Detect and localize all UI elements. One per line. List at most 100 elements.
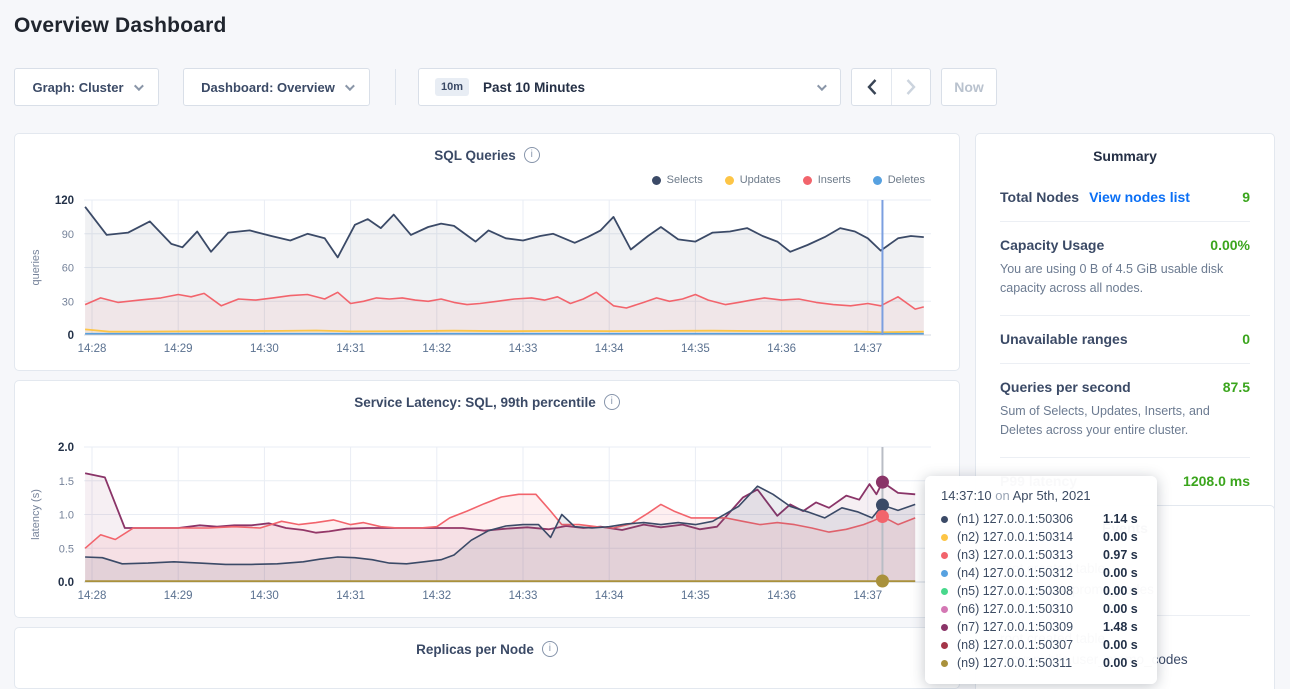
summary-label: Queries per second	[1000, 379, 1131, 395]
dashboard-dropdown[interactable]: Dashboard: Overview	[183, 68, 370, 106]
summary-value: 9	[1242, 189, 1250, 205]
service-latency-chart[interactable]: 14:28 14:29 14:30 14:31 14:32 14:33 14:34 14:35…	[15, 381, 959, 617]
dashboard-dropdown-label: Dashboard: Overview	[201, 80, 335, 95]
svg-text:60: 60	[62, 263, 74, 275]
svg-text:14:37: 14:37	[853, 343, 882, 355]
tooltip-node-value: 0.00 s	[1103, 566, 1138, 580]
node-color-dot-icon	[941, 552, 948, 559]
tooltip-row: (n7) 127.0.0.1:503091.48 s	[941, 618, 1143, 636]
tooltip-node-value: 0.97 s	[1103, 548, 1138, 562]
svg-text:0.0: 0.0	[58, 577, 74, 589]
tooltip-row: (n9) 127.0.0.1:503110.00 s	[941, 654, 1143, 672]
svg-text:14:33: 14:33	[509, 590, 538, 602]
node-color-dot-icon	[941, 588, 948, 595]
time-range-badge: 10m	[435, 78, 469, 96]
tooltip-node-label: (n1) 127.0.0.1:50306	[957, 512, 1103, 526]
summary-value: 87.5	[1223, 379, 1250, 395]
svg-text:14:32: 14:32	[422, 343, 451, 355]
summary-value: 1208.0 ms	[1183, 473, 1250, 489]
now-button[interactable]: Now	[941, 68, 997, 106]
node-color-dot-icon	[941, 624, 948, 631]
summary-label: Unavailable ranges	[1000, 331, 1128, 347]
next-time-button[interactable]	[891, 69, 930, 105]
chevron-down-icon	[817, 81, 827, 91]
tooltip-node-label: (n7) 127.0.0.1:50309	[957, 620, 1103, 634]
svg-text:14:28: 14:28	[78, 343, 107, 355]
node-color-dot-icon	[941, 642, 948, 649]
summary-queries-per-second: Queries per second 87.5 Sum of Selects, …	[1000, 363, 1250, 457]
chevron-down-icon	[345, 81, 355, 91]
svg-text:14:35: 14:35	[681, 590, 710, 602]
tooltip-row: (n8) 127.0.0.1:503070.00 s	[941, 636, 1143, 654]
node-color-dot-icon	[941, 606, 948, 613]
summary-total-nodes: Total Nodes View nodes list 9	[1000, 174, 1250, 221]
summary-capacity-usage: Capacity Usage 0.00% You are using 0 B o…	[1000, 221, 1250, 315]
tooltip-node-label: (n9) 127.0.0.1:50311	[957, 656, 1103, 670]
prev-time-button[interactable]	[852, 69, 891, 105]
graph-dropdown[interactable]: Graph: Cluster	[14, 68, 159, 106]
tooltip-node-value: 0.00 s	[1103, 602, 1138, 616]
svg-text:14:31: 14:31	[336, 590, 365, 602]
sql-queries-chart[interactable]: 14:2814:2914:3014:3114:3214:3314:3414:35…	[15, 134, 959, 370]
tooltip-row: (n3) 127.0.0.1:503130.97 s	[941, 546, 1143, 564]
tooltip-node-label: (n3) 127.0.0.1:50313	[957, 548, 1103, 562]
replicas-per-node-panel: Replicas per Node i	[14, 627, 960, 689]
view-nodes-list-link[interactable]: View nodes list	[1089, 189, 1190, 205]
service-latency-panel: Service Latency: SQL, 99th percentile i …	[14, 380, 960, 618]
tooltip-row: (n5) 127.0.0.1:503080.00 s	[941, 582, 1143, 600]
svg-text:14:33: 14:33	[509, 343, 538, 355]
tooltip-node-label: (n8) 127.0.0.1:50307	[957, 638, 1103, 652]
svg-text:14:36: 14:36	[767, 590, 796, 602]
svg-text:1.5: 1.5	[59, 476, 74, 488]
svg-text:latency (s): latency (s)	[30, 489, 42, 540]
sql-queries-panel: SQL Queries i SelectsUpdatesInsertsDelet…	[14, 133, 960, 371]
summary-value: 0.00%	[1210, 237, 1250, 253]
tooltip-node-label: (n2) 127.0.0.1:50314	[957, 530, 1103, 544]
node-color-dot-icon	[941, 660, 948, 667]
info-icon[interactable]: i	[542, 641, 558, 657]
toolbar: Graph: Cluster Dashboard: Overview 10m P…	[0, 68, 1290, 106]
summary-label: Total Nodes	[1000, 189, 1079, 205]
toolbar-divider	[395, 69, 396, 105]
svg-text:14:29: 14:29	[164, 343, 193, 355]
tooltip-node-value: 0.00 s	[1103, 656, 1138, 670]
svg-text:14:35: 14:35	[681, 343, 710, 355]
summary-unavailable-ranges: Unavailable ranges 0	[1000, 315, 1250, 363]
svg-text:queries: queries	[30, 249, 42, 286]
svg-text:14:37: 14:37	[853, 590, 882, 602]
chart-hover-tooltip: 14:37:10 on Apr 5th, 2021 (n1) 127.0.0.1…	[925, 476, 1157, 684]
chevron-right-icon	[906, 79, 916, 95]
svg-text:0: 0	[68, 330, 74, 342]
replicas-per-node-title: Replicas per Node	[416, 642, 534, 657]
page-title: Overview Dashboard	[14, 14, 227, 38]
tooltip-node-label: (n4) 127.0.0.1:50312	[957, 566, 1103, 580]
svg-text:14:32: 14:32	[422, 590, 451, 602]
node-color-dot-icon	[941, 570, 948, 577]
svg-text:14:30: 14:30	[250, 590, 279, 602]
summary-panel: Summary Total Nodes View nodes list 9 Ca…	[975, 133, 1275, 512]
tooltip-node-value: 1.48 s	[1103, 620, 1138, 634]
graph-dropdown-label: Graph: Cluster	[32, 80, 123, 95]
svg-text:14:34: 14:34	[595, 590, 624, 602]
summary-description: You are using 0 B of 4.5 GiB usable disk…	[1000, 260, 1250, 299]
svg-text:14:36: 14:36	[767, 343, 796, 355]
chevron-left-icon	[867, 79, 877, 95]
summary-title: Summary	[1000, 148, 1250, 164]
chevron-down-icon	[133, 81, 143, 91]
overview-dashboard-page: Overview Dashboard Graph: Cluster Dashbo…	[0, 0, 1290, 689]
svg-text:14:28: 14:28	[78, 590, 107, 602]
tooltip-node-label: (n5) 127.0.0.1:50308	[957, 584, 1103, 598]
tooltip-node-value: 1.14 s	[1103, 512, 1138, 526]
tooltip-row: (n1) 127.0.0.1:503061.14 s	[941, 510, 1143, 528]
svg-text:0.5: 0.5	[59, 543, 74, 555]
time-range-dropdown[interactable]: 10m Past 10 Minutes	[418, 68, 841, 106]
node-color-dot-icon	[941, 516, 948, 523]
tooltip-node-value: 0.00 s	[1103, 584, 1138, 598]
time-range-label: Past 10 Minutes	[483, 80, 585, 95]
svg-text:90: 90	[62, 229, 74, 241]
svg-text:14:34: 14:34	[595, 343, 624, 355]
svg-text:1.0: 1.0	[59, 510, 74, 522]
svg-text:14:29: 14:29	[164, 590, 193, 602]
tooltip-node-value: 0.00 s	[1103, 638, 1138, 652]
svg-text:30: 30	[62, 296, 74, 308]
